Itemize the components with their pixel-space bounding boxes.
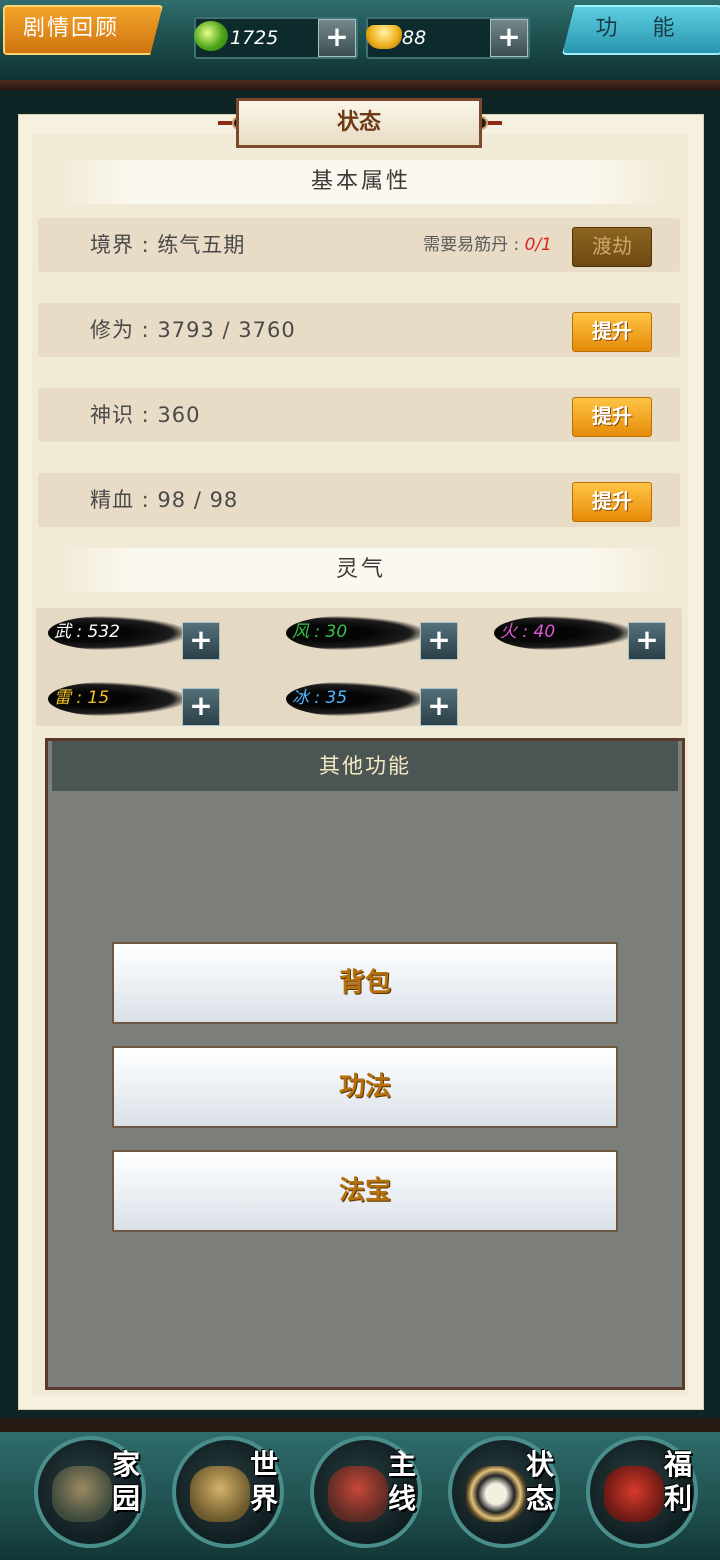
nav-main-quest-label: 主线 [387, 1448, 416, 1515]
nav-main-quest-tab[interactable]: 主线 [310, 1436, 422, 1548]
essence-blood-row: 精血 : 98 / 98 提升 [38, 473, 680, 527]
add-wind-button[interactable]: + [420, 622, 458, 660]
nav-welfare-tab[interactable]: 福利 [586, 1436, 698, 1548]
nav-world-label: 世界 [249, 1448, 278, 1515]
requirement-value: 0/1 [524, 235, 552, 255]
basic-attributes-header: 基本属性 [58, 160, 664, 204]
jade-currency: 1725 + [194, 17, 358, 59]
main-quest-icon [328, 1466, 388, 1522]
gift-bag-icon [604, 1466, 664, 1522]
nav-home-tab[interactable]: 家园 [34, 1436, 146, 1548]
divine-sense-label: 神识 : 360 [90, 403, 201, 427]
add-ice-button[interactable]: + [420, 688, 458, 726]
nav-world-tab[interactable]: 世界 [172, 1436, 284, 1548]
story-review-button[interactable]: 剧情回顾 [3, 5, 163, 55]
realm-row: 境界 : 练气五期 需要易筋丹 : 0/1 渡劫 [38, 218, 680, 272]
spiritual-qi-header: 灵气 [58, 548, 664, 592]
tribulation-button[interactable]: 渡劫 [572, 227, 652, 267]
realm-label: 境界 : 练气五期 [90, 233, 246, 257]
nav-home-label: 家园 [111, 1448, 140, 1515]
cultivation-row: 修为 : 3793 / 3760 提升 [38, 303, 680, 357]
element-fire-value: 火 : 40 [500, 622, 556, 642]
other-functions-title: 其他功能 [52, 741, 678, 791]
element-ice: 冰 : 35 + [286, 680, 460, 726]
element-thunder: 雷 : 15 + [48, 680, 222, 726]
element-wind-value: 风 : 30 [292, 622, 348, 642]
add-jade-button[interactable]: + [318, 19, 356, 57]
cultivation-label: 修为 : 3793 / 3760 [90, 318, 296, 342]
function-button[interactable]: 功 能 [562, 5, 720, 55]
element-wind: 风 : 30 + [286, 614, 460, 660]
gold-ingot-icon [366, 25, 402, 49]
jade-amount: 1725 [230, 27, 279, 49]
treasure-button[interactable]: 法宝 [112, 1150, 618, 1232]
element-ice-value: 冰 : 35 [292, 688, 348, 708]
nav-welfare-label: 福利 [663, 1448, 692, 1515]
top-bar-rim [0, 80, 720, 90]
ingot-currency: 88 + [366, 17, 530, 59]
nav-status-label: 状态 [525, 1448, 554, 1515]
upgrade-cultivation-button[interactable]: 提升 [572, 312, 652, 352]
backpack-button[interactable]: 背包 [112, 942, 618, 1024]
home-icon [52, 1466, 112, 1522]
add-fire-button[interactable]: + [628, 622, 666, 660]
essence-blood-label: 精血 : 98 / 98 [90, 488, 239, 512]
element-martial: 武 : 532 + [48, 614, 222, 660]
element-fire: 火 : 40 + [494, 614, 668, 660]
jade-coin-icon [194, 21, 228, 51]
element-martial-value: 武 : 532 [54, 622, 120, 642]
ingot-amount: 88 [402, 27, 427, 49]
panel-title: 状态 [236, 98, 482, 148]
requirement-text: 需要易筋丹 : 0/1 [423, 235, 552, 255]
add-martial-button[interactable]: + [182, 622, 220, 660]
add-thunder-button[interactable]: + [182, 688, 220, 726]
add-ingot-button[interactable]: + [490, 19, 528, 57]
nav-status-tab[interactable]: 状态 [448, 1436, 560, 1548]
world-map-icon [190, 1466, 250, 1522]
upgrade-divine-sense-button[interactable]: 提升 [572, 397, 652, 437]
skills-button[interactable]: 功法 [112, 1046, 618, 1128]
bagua-icon [466, 1466, 526, 1522]
upgrade-essence-blood-button[interactable]: 提升 [572, 482, 652, 522]
divine-sense-row: 神识 : 360 提升 [38, 388, 680, 442]
element-thunder-value: 雷 : 15 [54, 688, 110, 708]
